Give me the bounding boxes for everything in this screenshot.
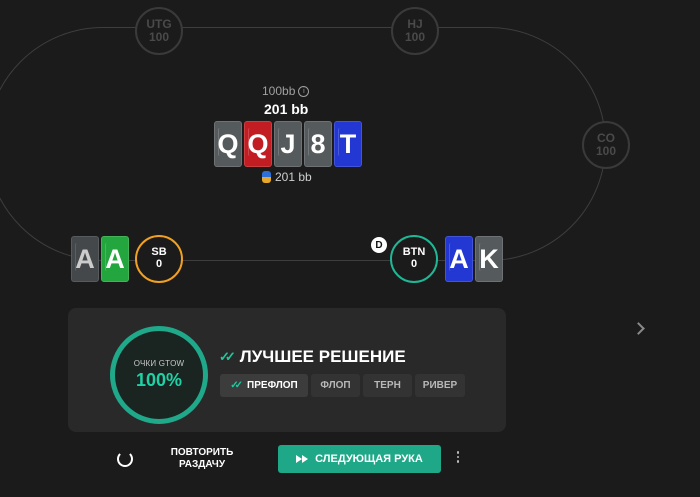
board-card-2: Q bbox=[244, 121, 272, 167]
pot: 201 bb bbox=[262, 170, 312, 184]
tab-preflop-label: ПРЕФЛОП bbox=[247, 380, 298, 391]
score-ring: ОЧКИ GTOW 100% bbox=[110, 326, 208, 424]
score-value: 100% bbox=[135, 370, 183, 390]
repeat-icon[interactable] bbox=[117, 451, 133, 467]
sb-card-2: A bbox=[101, 236, 129, 282]
btn-card-2-rank: K bbox=[479, 243, 499, 274]
board-card-1: Q bbox=[214, 121, 242, 167]
sb-card-1: A bbox=[71, 236, 99, 282]
info-icon[interactable]: i bbox=[298, 86, 310, 98]
tab-flop-label: ФЛОП bbox=[320, 380, 351, 391]
center-stack: 201 bb bbox=[264, 101, 309, 117]
seat-co-stack: 100 bbox=[595, 144, 617, 158]
board-card-5: T bbox=[334, 121, 362, 167]
board-card-2-rank: Q bbox=[247, 128, 269, 159]
chevron-right-icon[interactable] bbox=[632, 322, 645, 335]
score-label: ОЧКИ GTOW bbox=[133, 359, 185, 368]
board-card-5-rank: T bbox=[339, 128, 357, 159]
seat-utg: UTG 100 bbox=[135, 7, 183, 55]
fast-forward-icon bbox=[296, 455, 309, 463]
tab-turn-label: ТЕРН bbox=[374, 380, 401, 391]
board-card-4: 8 bbox=[304, 121, 332, 167]
tab-flop[interactable]: ФЛОП bbox=[311, 374, 360, 397]
btn-card-1-rank: A bbox=[449, 243, 469, 274]
seat-sb-stack: 0 bbox=[155, 258, 163, 270]
board-card-1-rank: Q bbox=[217, 128, 239, 159]
seat-hj: HJ 100 bbox=[391, 7, 439, 55]
chips-icon bbox=[262, 171, 271, 183]
double-check-icon: ✓✓ bbox=[230, 380, 243, 391]
board-card-3: J bbox=[274, 121, 302, 167]
poker-table bbox=[0, 27, 606, 261]
tab-preflop[interactable]: ✓✓ ПРЕФЛОП bbox=[220, 374, 308, 397]
effective-stack-label: 100bb i bbox=[262, 84, 310, 98]
board-card-4-rank: 8 bbox=[310, 128, 326, 159]
board-card-3-rank: J bbox=[280, 128, 296, 159]
next-hand-button[interactable]: СЛЕДУЮЩАЯ РУКА bbox=[278, 445, 441, 473]
seat-hj-stack: 100 bbox=[404, 30, 426, 44]
effective-stack-text: 100bb bbox=[262, 84, 296, 98]
sb-card-1-rank: A bbox=[75, 243, 95, 274]
btn-card-1: A bbox=[445, 236, 473, 282]
repeat-hand-button[interactable]: ПОВТОРИТЬ РАЗДАЧУ bbox=[162, 447, 242, 471]
btn-card-2: K bbox=[475, 236, 503, 282]
more-vertical-icon[interactable] bbox=[455, 451, 461, 463]
dealer-button: D bbox=[371, 237, 387, 253]
seat-sb: SB 0 bbox=[135, 235, 183, 283]
tab-river[interactable]: РИВЕР bbox=[415, 374, 465, 397]
pot-amount: 201 bb bbox=[275, 170, 312, 184]
result-title-text: ЛУЧШЕЕ РЕШЕНИЕ bbox=[239, 347, 406, 366]
seat-utg-stack: 100 bbox=[148, 30, 170, 44]
next-hand-label: СЛЕДУЮЩАЯ РУКА bbox=[315, 453, 423, 465]
seat-btn: BTN 0 bbox=[390, 235, 438, 283]
street-tabs: ✓✓ ПРЕФЛОП ФЛОП ТЕРН РИВЕР bbox=[220, 374, 465, 397]
result-title: ✓✓ ЛУЧШЕЕ РЕШЕНИЕ bbox=[219, 347, 406, 367]
double-check-icon: ✓✓ bbox=[219, 349, 236, 364]
sb-card-2-rank: A bbox=[105, 243, 125, 274]
tab-turn[interactable]: ТЕРН bbox=[363, 374, 412, 397]
seat-co: CO 100 bbox=[582, 121, 630, 169]
seat-btn-stack: 0 bbox=[410, 258, 418, 270]
tab-river-label: РИВЕР bbox=[422, 380, 458, 391]
